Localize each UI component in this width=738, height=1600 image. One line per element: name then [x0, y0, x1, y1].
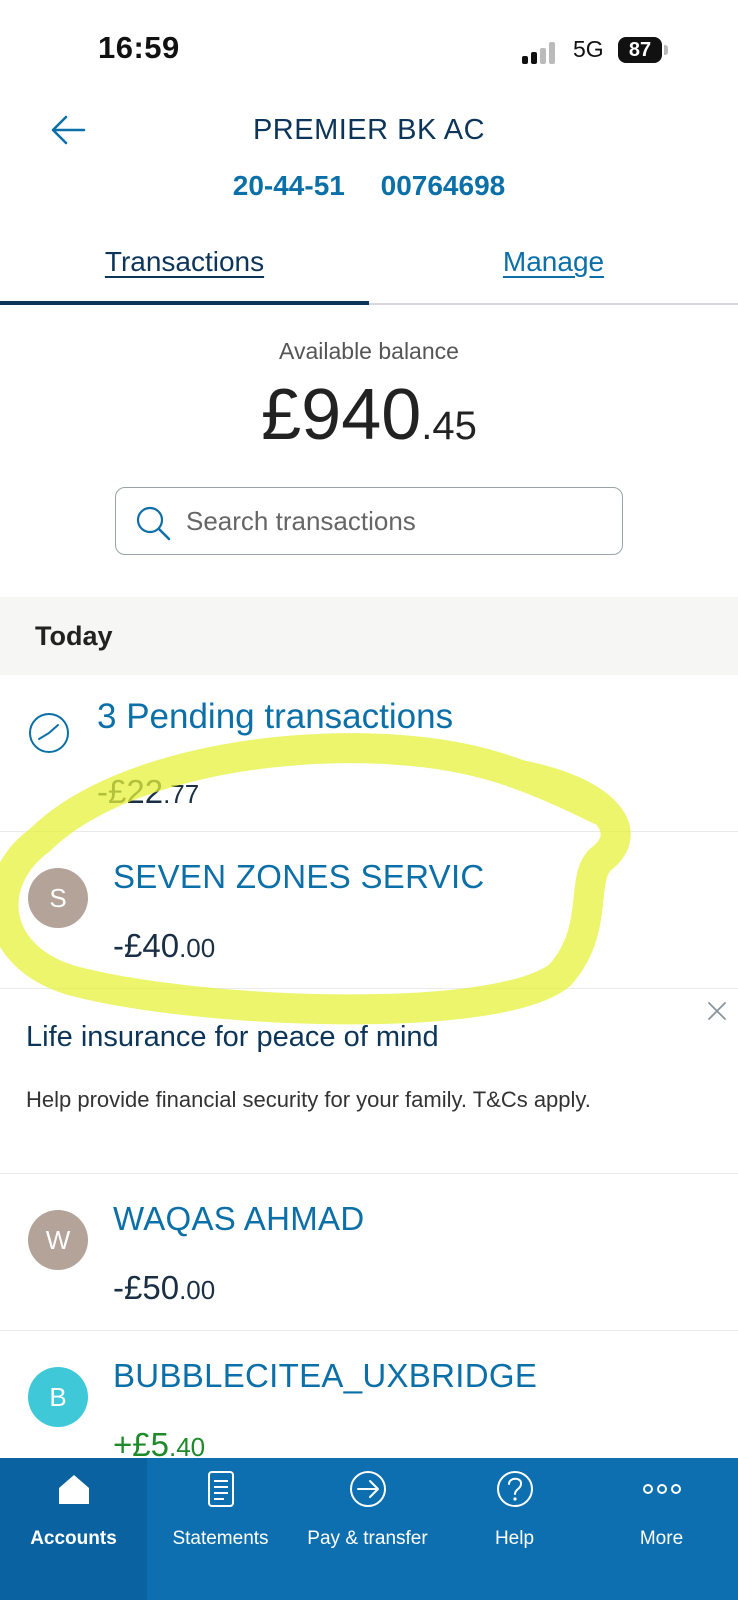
nav-label: Accounts	[30, 1528, 117, 1549]
bottom-nav: Accounts Statements Pay & transfer Help …	[0, 1458, 738, 1600]
nav-label: Statements	[172, 1528, 269, 1549]
arrow-circle-icon	[350, 1471, 386, 1507]
home-icon	[59, 1475, 89, 1504]
account-name: PREMIER BK AC	[252, 114, 486, 146]
tab-bar: Transactions Manage	[0, 230, 738, 305]
avatar: W	[28, 1210, 88, 1270]
transaction-amount: -£40.00	[113, 927, 215, 965]
amount-major: -£22	[97, 773, 164, 810]
pending-amount: -£22.77	[97, 773, 199, 811]
nav-label: More	[639, 1528, 684, 1549]
section-header-today: Today	[0, 597, 738, 675]
amount-minor: .77	[163, 779, 200, 809]
transaction-name: WAQAS AHMAD	[113, 1200, 365, 1237]
promo-title[interactable]: Life insurance for peace of mind	[26, 1021, 439, 1054]
account-header: PREMIER BK AC 20-44-51 00764698	[0, 100, 738, 210]
tab-manage[interactable]: Manage	[369, 246, 738, 278]
amount-major: -£50	[113, 1269, 180, 1306]
battery-tip	[664, 45, 668, 55]
avatar: S	[28, 868, 88, 928]
available-balance: £940.45	[0, 374, 738, 456]
nav-pay-transfer[interactable]: Pay & transfer	[294, 1458, 441, 1600]
avatar: B	[28, 1367, 88, 1427]
nav-statements[interactable]: Statements	[147, 1458, 294, 1600]
amount-minor: .00	[179, 933, 216, 963]
active-tab-indicator	[0, 301, 369, 305]
nav-accounts[interactable]: Accounts	[0, 1458, 147, 1600]
promo-card: Life insurance for peace of mind Help pr…	[0, 989, 738, 1174]
balance-minor: .45	[421, 404, 477, 448]
status-time: 16:59	[98, 30, 180, 65]
nav-more[interactable]: More	[588, 1458, 735, 1600]
account-number: 00764698	[380, 170, 506, 201]
network-type: 5G	[573, 36, 604, 62]
tab-transactions[interactable]: Transactions	[0, 246, 369, 278]
promo-body: Help provide financial security for your…	[26, 1087, 591, 1112]
document-icon	[208, 1471, 234, 1507]
transaction-amount: -£50.00	[113, 1269, 215, 1307]
search-icon	[136, 506, 171, 541]
sort-code: 20-44-51	[232, 170, 345, 201]
clock-icon	[29, 713, 69, 753]
dots-icon	[643, 1484, 681, 1494]
section-title: Today	[35, 621, 113, 651]
account-numbers: 20-44-51 00764698	[0, 170, 738, 202]
close-icon[interactable]	[705, 999, 729, 1023]
signal-icon	[522, 42, 562, 64]
question-icon	[497, 1471, 533, 1507]
pending-transactions-row[interactable]: 3 Pending transactions -£22.77	[0, 675, 738, 832]
transaction-row[interactable]: W WAQAS AHMAD -£50.00	[0, 1174, 738, 1331]
nav-label: Pay & transfer	[307, 1528, 428, 1549]
balance-label: Available balance	[279, 338, 459, 364]
pending-title: 3 Pending transactions	[97, 697, 454, 736]
search-box[interactable]	[115, 487, 623, 555]
search-input[interactable]	[186, 490, 606, 552]
transaction-name: BUBBLECITEA_UXBRIDGE	[113, 1357, 538, 1394]
amount-minor: .00	[179, 1275, 216, 1305]
battery-icon: 87	[618, 37, 662, 63]
nav-label: Help	[494, 1528, 535, 1549]
balance-major: £940	[261, 375, 422, 455]
status-bar: 16:59 5G 87	[0, 0, 738, 100]
transaction-name: SEVEN ZONES SERVIC	[113, 858, 485, 895]
nav-help[interactable]: Help	[441, 1458, 588, 1600]
transaction-row[interactable]: S SEVEN ZONES SERVIC -£40.00	[0, 832, 738, 989]
amount-major: -£40	[113, 927, 180, 964]
